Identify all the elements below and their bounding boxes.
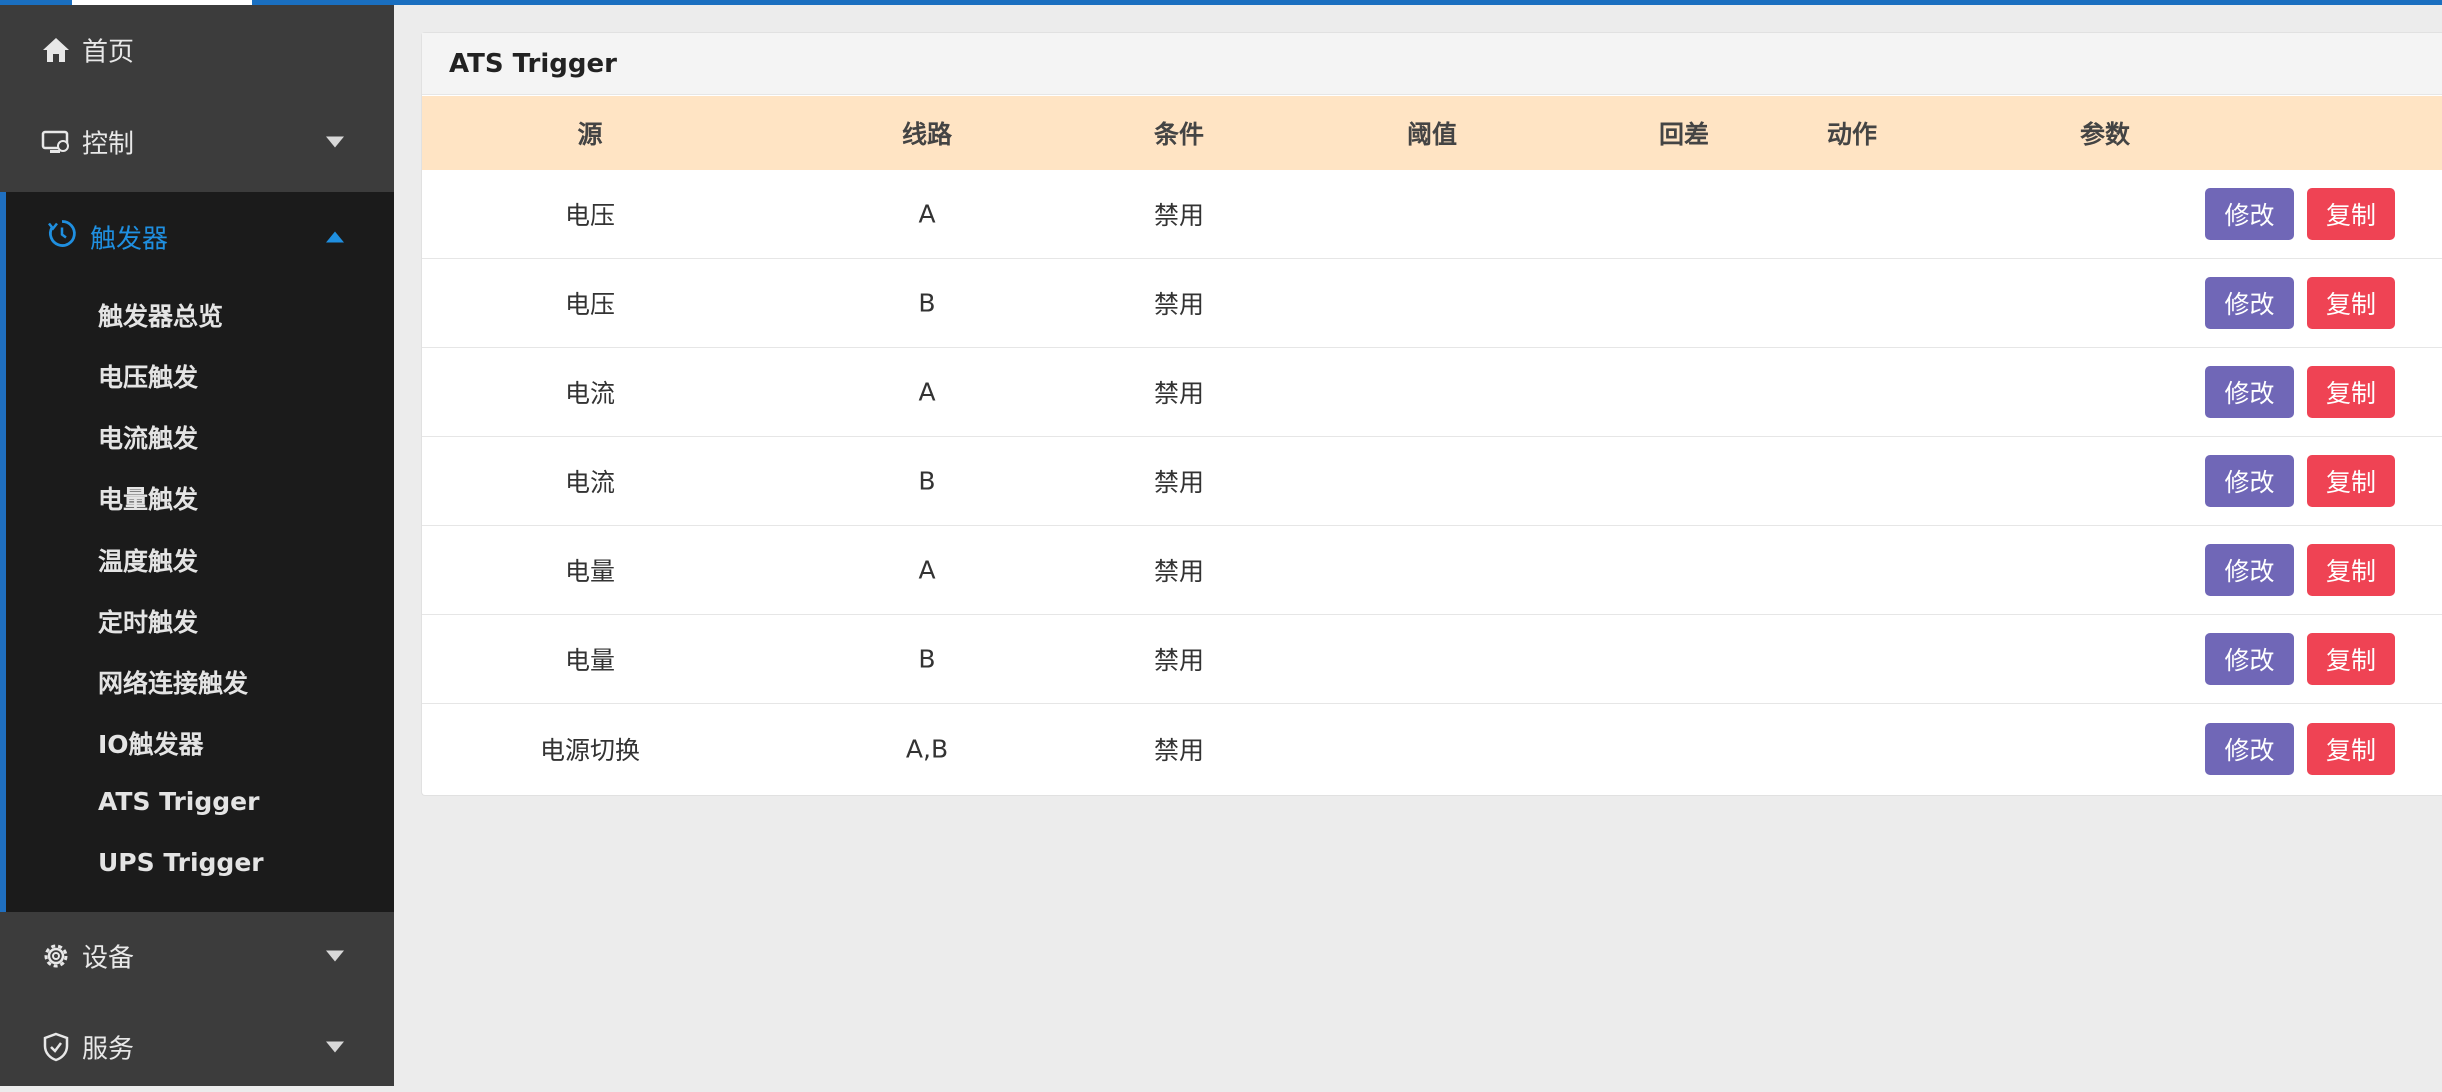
copy-button[interactable]: 复制 <box>2307 455 2395 507</box>
sidebar-item-label: 服务 <box>82 1034 135 1065</box>
sidebar-item-label: 首页 <box>82 37 135 68</box>
copy-button[interactable]: 复制 <box>2307 188 2395 240</box>
gear-icon <box>40 940 72 972</box>
copy-button[interactable]: 复制 <box>2307 277 2395 329</box>
cell-line: A <box>918 199 936 229</box>
cell-condition: 禁用 <box>1153 557 1205 586</box>
sidebar-subitem-ups-trigger[interactable]: UPS Trigger <box>98 848 264 877</box>
trigger-submenu: 触发器 触发器总览 电压触发 电流触发 电量触发 温度触发 定时触发 网络连接触… <box>0 192 394 912</box>
sidebar-subitem-voltage-trigger[interactable]: 电压触发 <box>98 358 198 394</box>
cell-line: B <box>918 644 936 674</box>
sidebar-item-label: 触发器 <box>90 224 169 255</box>
sidebar-subitem-trigger-overview[interactable]: 触发器总览 <box>98 297 223 333</box>
table-row: 电源切换 A,B 禁用 修改 复制 <box>422 704 2442 793</box>
edit-button[interactable]: 修改 <box>2205 544 2294 596</box>
table-header: 源 线路 条件 阈值 回差 动作 参数 <box>422 96 2442 170</box>
cell-source: 电量 <box>564 646 616 675</box>
sidebar-subitem-io-trigger[interactable]: IO触发器 <box>98 725 204 761</box>
column-header-hysteresis: 回差 <box>1658 120 1710 149</box>
sidebar-subitem-temperature-trigger[interactable]: 温度触发 <box>98 542 198 578</box>
column-header-source: 源 <box>577 120 603 149</box>
column-header-condition: 条件 <box>1153 120 1205 149</box>
cell-line: A <box>918 377 936 407</box>
edit-button[interactable]: 修改 <box>2205 188 2294 240</box>
edit-button[interactable]: 修改 <box>2205 722 2294 775</box>
sidebar-subitem-network-trigger[interactable]: 网络连接触发 <box>98 664 248 700</box>
sidebar-subitem-energy-trigger[interactable]: 电量触发 <box>98 480 198 516</box>
page-title: ATS Trigger <box>449 48 617 79</box>
home-icon <box>40 34 72 66</box>
cell-source: 电源切换 <box>539 735 641 765</box>
cell-source: 电流 <box>564 468 616 497</box>
ats-trigger-panel: ATS Trigger 源 线路 条件 阈值 回差 动作 参数 电压 A 禁用 … <box>421 32 2442 796</box>
cell-line: A <box>918 555 936 585</box>
sidebar-item-device[interactable]: 设备 <box>0 911 394 1001</box>
chevron-down-icon <box>326 136 344 148</box>
monitor-icon <box>40 126 72 158</box>
column-header-threshold: 阈值 <box>1406 120 1458 149</box>
cell-condition: 禁用 <box>1153 201 1205 230</box>
sidebar-item-label: 控制 <box>82 129 135 160</box>
shield-check-icon <box>40 1031 72 1063</box>
sidebar-item-home[interactable]: 首页 <box>0 5 394 95</box>
sidebar-item-control[interactable]: 控制 <box>0 97 394 187</box>
cell-condition: 禁用 <box>1153 735 1205 765</box>
cell-condition: 禁用 <box>1153 646 1205 675</box>
copy-button[interactable]: 复制 <box>2307 633 2395 685</box>
edit-button[interactable]: 修改 <box>2205 633 2294 685</box>
copy-button[interactable]: 复制 <box>2307 366 2395 418</box>
chevron-down-icon <box>326 950 344 962</box>
cell-condition: 禁用 <box>1153 468 1205 497</box>
table-row: 电量 A 禁用 修改 复制 <box>422 526 2442 615</box>
edit-button[interactable]: 修改 <box>2205 277 2294 329</box>
chevron-down-icon <box>326 1041 344 1053</box>
cell-source: 电压 <box>564 201 616 230</box>
cell-line: B <box>918 288 936 318</box>
sidebar-subitem-current-trigger[interactable]: 电流触发 <box>98 419 198 455</box>
edit-button[interactable]: 修改 <box>2205 366 2294 418</box>
cell-source: 电量 <box>564 557 616 586</box>
sidebar-item-label: 设备 <box>82 943 135 974</box>
trigger-icon <box>46 218 78 257</box>
panel-header: ATS Trigger <box>422 33 2442 95</box>
sidebar-item-service[interactable]: 服务 <box>0 1002 394 1092</box>
copy-button[interactable]: 复制 <box>2307 544 2395 596</box>
cell-line: A,B <box>905 734 949 763</box>
copy-button[interactable]: 复制 <box>2307 722 2395 775</box>
sidebar: 首页 控制 触发器 触发器总览 电压触发 电流触发 电量触发 温度触发 定时触发… <box>0 5 394 1086</box>
sidebar-subitem-ats-trigger[interactable]: ATS Trigger <box>98 787 259 816</box>
cell-condition: 禁用 <box>1153 290 1205 319</box>
cell-source: 电压 <box>564 290 616 319</box>
sidebar-item-trigger[interactable]: 触发器 <box>6 192 394 282</box>
table-row: 电压 A 禁用 修改 复制 <box>422 170 2442 259</box>
column-header-line: 线路 <box>901 120 953 149</box>
cell-source: 电流 <box>564 379 616 408</box>
cell-condition: 禁用 <box>1153 379 1205 408</box>
table-row: 电量 B 禁用 修改 复制 <box>422 615 2442 704</box>
chevron-up-icon <box>326 231 344 243</box>
table-row: 电压 B 禁用 修改 复制 <box>422 259 2442 348</box>
sidebar-subitem-timer-trigger[interactable]: 定时触发 <box>98 603 198 639</box>
table-row: 电流 A 禁用 修改 复制 <box>422 348 2442 437</box>
edit-button[interactable]: 修改 <box>2205 455 2294 507</box>
column-header-action: 动作 <box>1826 120 1878 149</box>
column-header-params: 参数 <box>2079 120 2131 149</box>
cell-line: B <box>918 466 936 496</box>
table-row: 电流 B 禁用 修改 复制 <box>422 437 2442 526</box>
